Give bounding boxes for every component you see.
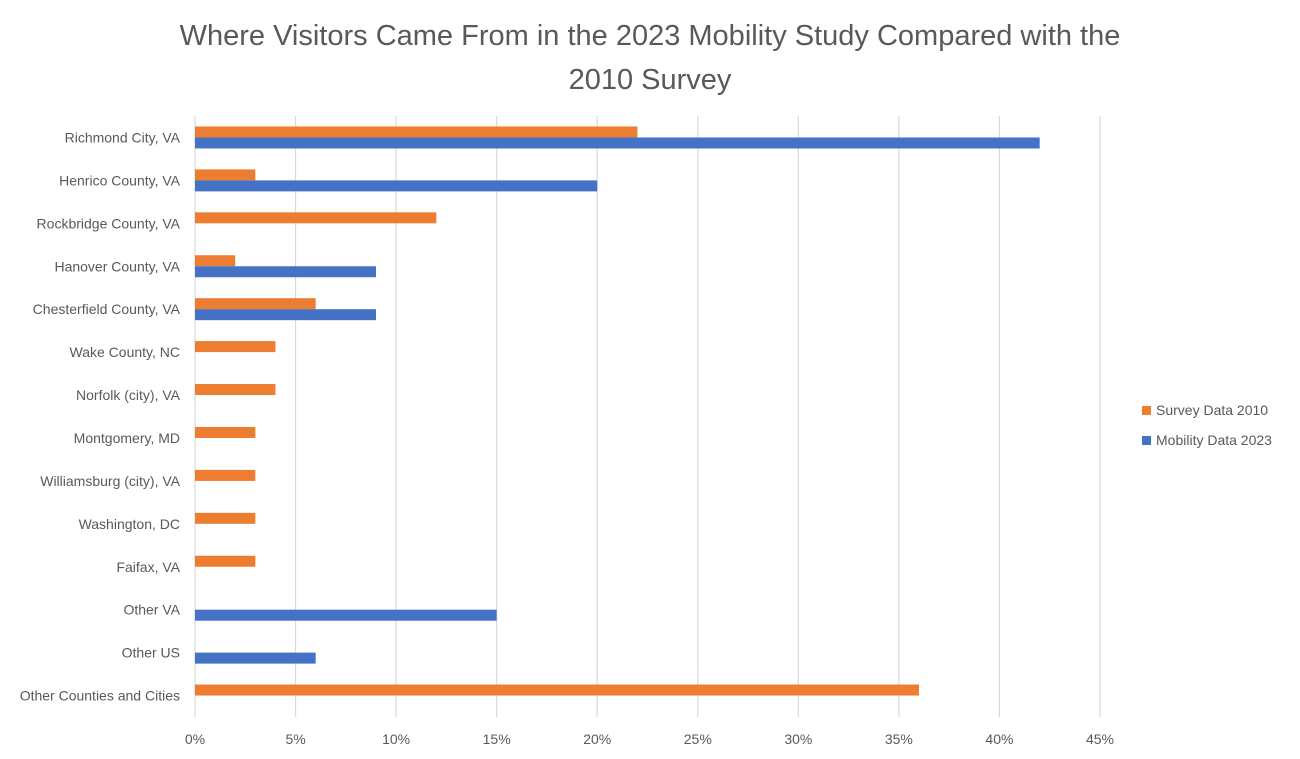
- bar-chart: Richmond City, VA Henrico County, VA Rockb…: [20, 116, 1272, 747]
- bar-mobility-2023: [195, 309, 376, 321]
- category-label: Wake County, NC: [70, 344, 180, 360]
- bar-survey-2010: [195, 212, 437, 224]
- bar-survey-2010: [195, 426, 256, 438]
- x-tick-label: 10%: [382, 731, 410, 747]
- bar-survey-2010: [195, 512, 256, 524]
- category-label: Other US: [122, 645, 180, 661]
- bar-mobility-2023: [195, 180, 598, 192]
- x-tick-label: 45%: [1086, 731, 1114, 747]
- category-label: Richmond City, VA: [65, 129, 181, 145]
- legend: Survey Data 2010 Mobility Data 2023: [1142, 402, 1272, 448]
- bar-survey-2010: [195, 384, 276, 396]
- x-tick-label: 20%: [583, 731, 611, 747]
- category-labels: Richmond City, VA Henrico County, VA Rockb…: [20, 129, 181, 703]
- bars: [195, 126, 1040, 696]
- legend-label: Mobility Data 2023: [1156, 432, 1272, 448]
- category-label: Williamsburg (city), VA: [40, 473, 180, 489]
- x-tick-label: 15%: [483, 731, 511, 747]
- legend-swatch-mobility-2023: [1142, 436, 1151, 445]
- bar-survey-2010: [195, 255, 236, 267]
- bar-survey-2010: [195, 298, 316, 310]
- bar-mobility-2023: [195, 652, 316, 664]
- category-label: Washington, DC: [79, 516, 180, 532]
- bar-mobility-2023: [195, 609, 497, 621]
- legend-swatch-survey-2010: [1142, 406, 1151, 415]
- category-label: Montgomery, MD: [74, 430, 180, 446]
- category-label: Hanover County, VA: [54, 258, 180, 274]
- gridlines: [194, 116, 1101, 717]
- x-tick-label: 5%: [285, 731, 305, 747]
- bar-survey-2010: [195, 469, 256, 481]
- bar-mobility-2023: [195, 137, 1040, 149]
- x-tick-label: 0%: [185, 731, 205, 747]
- category-label: Other Counties and Cities: [20, 688, 180, 704]
- x-tick-label: 40%: [985, 731, 1013, 747]
- bar-survey-2010: [195, 169, 256, 181]
- category-label: Faifax, VA: [116, 559, 180, 575]
- bar-survey-2010: [195, 684, 919, 696]
- x-tick-label: 30%: [784, 731, 812, 747]
- bar-survey-2010: [195, 555, 256, 567]
- category-label: Norfolk (city), VA: [76, 387, 181, 403]
- x-tick-label: 25%: [684, 731, 712, 747]
- legend-label: Survey Data 2010: [1156, 402, 1268, 418]
- category-label: Rockbridge County, VA: [37, 215, 181, 231]
- x-tick-label: 35%: [885, 731, 913, 747]
- bar-survey-2010: [195, 341, 276, 353]
- x-axis-tick-labels: 0% 5% 10% 15% 20% 25% 30% 35% 40% 45%: [185, 731, 1114, 747]
- category-label: Chesterfield County, VA: [33, 301, 181, 317]
- category-label: Other VA: [123, 602, 180, 618]
- bar-survey-2010: [195, 126, 638, 138]
- category-label: Henrico County, VA: [59, 172, 181, 188]
- bar-mobility-2023: [195, 266, 376, 278]
